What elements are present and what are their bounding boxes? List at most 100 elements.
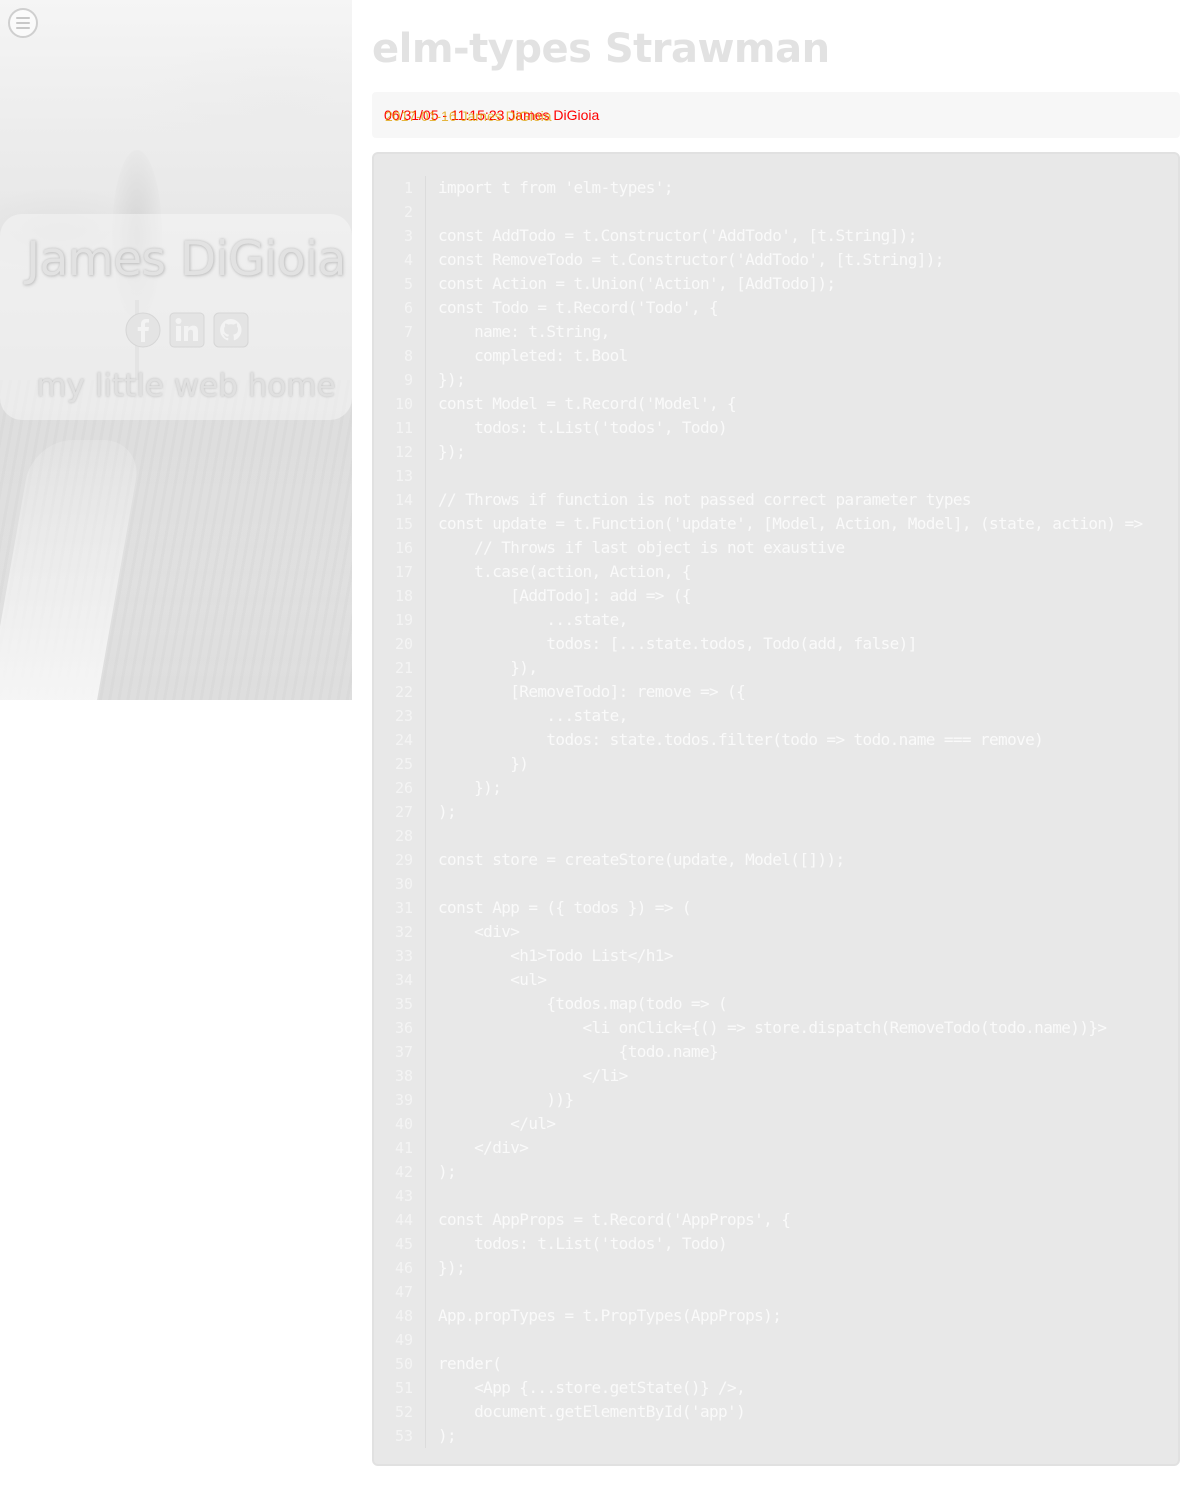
line-number: 11 bbox=[394, 419, 413, 437]
code-line: [AddTodo]: add => ({ bbox=[438, 586, 691, 605]
line-number: 9 bbox=[403, 371, 413, 389]
line-number: 44 bbox=[394, 1211, 413, 1229]
line-number: 13 bbox=[394, 467, 413, 485]
code-line: ...state, bbox=[438, 706, 628, 725]
code-line: ); bbox=[438, 1162, 457, 1181]
line-number: 50 bbox=[394, 1355, 413, 1373]
code-line: render( bbox=[438, 1354, 502, 1373]
line-number: 33 bbox=[394, 947, 413, 965]
line-number: 49 bbox=[394, 1331, 413, 1349]
line-number: 38 bbox=[394, 1067, 413, 1085]
code-line: </div> bbox=[438, 1138, 529, 1157]
code-line: <App {...store.getState()} />, bbox=[438, 1378, 746, 1397]
code-line: </ul> bbox=[438, 1114, 556, 1133]
code-line: {todos.map(todo => ( bbox=[438, 994, 728, 1013]
code-line: const store = createStore(update, Model(… bbox=[438, 850, 845, 869]
line-number: 7 bbox=[403, 323, 413, 341]
code-line: {todo.name} bbox=[438, 1042, 719, 1061]
code-line: <ul> bbox=[438, 970, 547, 989]
line-number: 20 bbox=[394, 635, 413, 653]
line-number: 39 bbox=[394, 1091, 413, 1109]
line-number: 8 bbox=[403, 347, 413, 365]
line-number: 12 bbox=[394, 443, 413, 461]
code-line: todos: t.List('todos', Todo) bbox=[438, 418, 728, 437]
line-number: 48 bbox=[394, 1307, 413, 1325]
code-line: name: t.String, bbox=[438, 322, 610, 341]
line-number: 47 bbox=[394, 1283, 413, 1301]
code-line: const Action = t.Union('Action', [AddTod… bbox=[438, 274, 836, 293]
line-number: 29 bbox=[394, 851, 413, 869]
line-number: 17 bbox=[394, 563, 413, 581]
line-number: 35 bbox=[394, 995, 413, 1013]
line-number: 5 bbox=[403, 275, 413, 293]
code-block: 1 2 3 4 5 6 7 8 9 10 11 12 13 14 15 16 17 18 19 20 21 22 23 24 2… bbox=[372, 152, 1180, 1466]
code-line: <div> bbox=[438, 922, 520, 941]
site-author-name[interactable]: James DiGioia bbox=[0, 232, 352, 287]
code-line: const App = ({ todos }) => ( bbox=[438, 898, 692, 917]
code-line: import t from 'elm-types'; bbox=[438, 178, 673, 197]
line-number: 42 bbox=[394, 1163, 413, 1181]
code-line: // Throws if last object is not exaustiv… bbox=[438, 538, 845, 557]
code-line: const update = t.Function('update', [Mod… bbox=[438, 514, 1143, 533]
code-line: const AddTodo = t.Constructor('AddTodo',… bbox=[438, 226, 917, 245]
article-meta-bar: 06/31/05 - 11:15:23 James DiGioia 2017-0… bbox=[372, 92, 1180, 138]
hero-panel: James DiGioia my little web home bbox=[0, 0, 352, 700]
code-line: }); bbox=[438, 442, 466, 461]
code-line: const RemoveTodo = t.Constructor('AddTod… bbox=[438, 250, 944, 269]
social-links bbox=[124, 310, 250, 350]
line-number: 34 bbox=[394, 971, 413, 989]
hamburger-menu-icon[interactable] bbox=[8, 8, 38, 38]
code-line: document.getElementById('app') bbox=[438, 1402, 746, 1421]
code-line: const AppProps = t.Record('AppProps', { bbox=[438, 1210, 791, 1229]
code-line: <h1>Todo List</h1> bbox=[438, 946, 673, 965]
code-line: }); bbox=[438, 370, 466, 389]
site-tagline: my little web home bbox=[36, 368, 336, 404]
code-line: const Todo = t.Record('Todo', { bbox=[438, 298, 719, 317]
line-number: 2 bbox=[403, 203, 413, 221]
line-number: 27 bbox=[394, 803, 413, 821]
line-number: 24 bbox=[394, 731, 413, 749]
code-line: ))} bbox=[438, 1090, 574, 1109]
line-number: 4 bbox=[403, 251, 413, 269]
code-line: t.case(action, Action, { bbox=[438, 562, 691, 581]
line-number: 6 bbox=[403, 299, 413, 317]
code-line: [RemoveTodo]: remove => ({ bbox=[438, 682, 746, 701]
line-number: 51 bbox=[394, 1379, 413, 1397]
line-number: 28 bbox=[394, 827, 413, 845]
facebook-icon[interactable] bbox=[124, 311, 162, 349]
line-number: 14 bbox=[394, 491, 413, 509]
line-number: 22 bbox=[394, 683, 413, 701]
linkedin-icon[interactable] bbox=[168, 311, 206, 349]
line-number: 45 bbox=[394, 1235, 413, 1253]
code-line: completed: t.Bool bbox=[438, 346, 628, 365]
line-number: 53 bbox=[394, 1427, 413, 1445]
article-title: elm-types Strawman bbox=[372, 26, 830, 72]
line-number: 31 bbox=[394, 899, 413, 917]
line-number: 10 bbox=[394, 395, 413, 413]
line-number: 40 bbox=[394, 1115, 413, 1133]
line-number: 30 bbox=[394, 875, 413, 893]
line-number: 23 bbox=[394, 707, 413, 725]
line-number: 41 bbox=[394, 1139, 413, 1157]
line-number: 3 bbox=[403, 227, 413, 245]
line-number: 15 bbox=[394, 515, 413, 533]
code-line: }) bbox=[438, 754, 529, 773]
code-line: ); bbox=[438, 1426, 457, 1445]
line-number: 32 bbox=[394, 923, 413, 941]
code-line: const Model = t.Record('Model', { bbox=[438, 394, 737, 413]
line-number: 18 bbox=[394, 587, 413, 605]
line-number: 1 bbox=[403, 179, 413, 197]
code-line: todos: t.List('todos', Todo) bbox=[438, 1234, 728, 1253]
github-icon[interactable] bbox=[212, 311, 250, 349]
code-line: ...state, bbox=[438, 610, 628, 629]
line-number: 46 bbox=[394, 1259, 413, 1277]
line-number: 43 bbox=[394, 1187, 413, 1205]
line-number: 19 bbox=[394, 611, 413, 629]
code-line: ); bbox=[438, 802, 457, 821]
line-number: 16 bbox=[394, 539, 413, 557]
